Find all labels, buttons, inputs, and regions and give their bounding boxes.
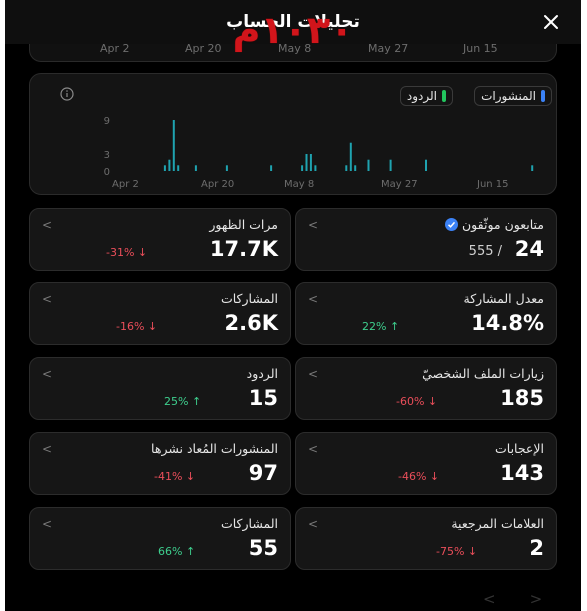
replies-value: 15 (248, 386, 278, 410)
bookmarks-change: -75% ↓ (436, 545, 478, 558)
chevron-left-icon: < (308, 367, 319, 381)
chart-bar[interactable] (194, 165, 197, 171)
reposts-change: -41% ↓ (154, 470, 196, 483)
card-label: متابعون موثّقون (445, 217, 544, 232)
chart-bar[interactable] (531, 165, 534, 171)
top-header: تحليلات الحساب ١٠٣٠م (5, 0, 581, 52)
profile-visits-label: زيارات الملف الشخصيّ (422, 366, 544, 381)
y-tick-label: 0 (104, 167, 110, 178)
chevron-left-icon: < (42, 442, 53, 456)
engagements-value: 2.6K (224, 311, 278, 335)
chart-bar[interactable] (389, 159, 392, 171)
x-tick-label: May 27 (381, 179, 418, 190)
replies-label: الردود (246, 366, 278, 381)
analytics-screen: Apr 2 Apr 20 May 8 May 27 Jun 15 تحليلات… (5, 0, 581, 611)
chart-bar[interactable] (270, 165, 273, 171)
x-tick-label: Apr 20 (201, 179, 234, 190)
bookmarks-value: 2 (529, 536, 544, 560)
shares-label: المشاركات (220, 516, 278, 531)
chevron-left-icon: < (42, 218, 53, 232)
reposts-value: 97 (248, 461, 278, 485)
chart-bar[interactable] (163, 165, 166, 171)
chevron-left-icon: < (42, 367, 53, 381)
pager-arrows[interactable]: <> (483, 590, 576, 608)
card-engagement-rate[interactable]: < معدل المشاركة 14.8% 22% ↑ (295, 282, 557, 345)
chart-bar[interactable] (225, 165, 228, 171)
x-tick-label: Jun 15 (476, 179, 509, 190)
chevron-left-icon: < (308, 442, 319, 456)
chevron-left-icon: < (308, 218, 319, 232)
close-button[interactable] (537, 8, 565, 36)
chart-bar[interactable] (349, 142, 352, 171)
likes-value: 143 (500, 461, 544, 485)
chart-bar[interactable] (177, 165, 180, 171)
verified-followers-total: 555 / (468, 244, 502, 259)
chevron-left-icon: < (308, 292, 319, 306)
page-title: تحليلات الحساب (226, 12, 360, 32)
chart-bar[interactable] (168, 159, 171, 171)
reposts-label: المنشورات المُعاد نشرها (151, 441, 278, 456)
chart-bar[interactable] (367, 159, 370, 171)
chevron-left-icon: < (42, 517, 53, 531)
chevron-left-icon: < (42, 292, 53, 306)
chart-bar[interactable] (314, 165, 317, 171)
x-tick-label: Apr 2 (112, 179, 139, 190)
chart-bar[interactable] (425, 159, 427, 171)
card-impressions[interactable]: < مرات الظهور 17.7K -31% ↓ (29, 208, 291, 271)
impressions-change: -31% ↓ (106, 246, 148, 259)
verified-followers-value: 24 (514, 237, 544, 261)
engagements-change: -16% ↓ (116, 320, 158, 333)
chart-bar[interactable] (301, 165, 304, 171)
card-shares[interactable]: < المشاركات 55 66% ↑ (29, 507, 291, 570)
chart-bar[interactable] (305, 154, 308, 171)
shares-value: 55 (248, 536, 278, 560)
verified-badge-icon (445, 218, 458, 231)
chevron-left-icon: < (308, 517, 319, 531)
y-tick-label: 3 (104, 150, 110, 161)
likes-label: الإعجابات (495, 441, 544, 456)
engagement-rate-value: 14.8% (471, 311, 544, 335)
profile-visits-change: -60% ↓ (396, 395, 438, 408)
chart-bar[interactable] (309, 154, 312, 171)
engagements-label: المشاركات (220, 291, 278, 306)
card-profile-visits[interactable]: < زيارات الملف الشخصيّ 185 -60% ↓ (295, 357, 557, 420)
impressions-value: 17.7K (209, 237, 278, 261)
impressions-label: مرات الظهور (209, 217, 278, 232)
shares-change: 66% ↑ (158, 545, 196, 558)
card-reposts[interactable]: < المنشورات المُعاد نشرها 97 -41% ↓ (29, 432, 291, 495)
card-replies[interactable]: < الردود 15 25% ↑ (29, 357, 291, 420)
likes-change: -46% ↓ (398, 470, 440, 483)
card-likes[interactable]: < الإعجابات 143 -46% ↓ (295, 432, 557, 495)
card-bookmarks[interactable]: < العلامات المرجعية 2 -75% ↓ (295, 507, 557, 570)
card-verified-followers[interactable]: < متابعون موثّقون 24 555 / (295, 208, 557, 271)
verified-followers-label: متابعون موثّقون (462, 217, 544, 232)
profile-visits-value: 185 (500, 386, 544, 410)
y-tick-label: 9 (104, 116, 110, 127)
bookmarks-label: العلامات المرجعية (451, 516, 544, 531)
engagement-rate-label: معدل المشاركة (463, 291, 545, 306)
card-engagements[interactable]: < المشاركات 2.6K -16% ↓ (29, 282, 291, 345)
chart-bar[interactable] (354, 165, 357, 171)
chevron-right-icon[interactable]: > (530, 590, 577, 608)
chart-bar[interactable] (172, 120, 175, 171)
activity-chart: 0 3 9 Apr 2 Apr 20 May 8 May 27 Jun 15 (104, 116, 534, 190)
chevron-left-icon[interactable]: < (483, 590, 530, 608)
x-tick-label: May 8 (284, 179, 314, 190)
replies-change: 25% ↑ (164, 395, 202, 408)
engagement-rate-change: 22% ↑ (362, 320, 400, 333)
chart-bar[interactable] (345, 165, 348, 171)
activity-chart-card: المنشورات الردود 039 Apr 2 Apr 20 May 8 May… (29, 73, 557, 195)
close-icon (544, 15, 558, 29)
